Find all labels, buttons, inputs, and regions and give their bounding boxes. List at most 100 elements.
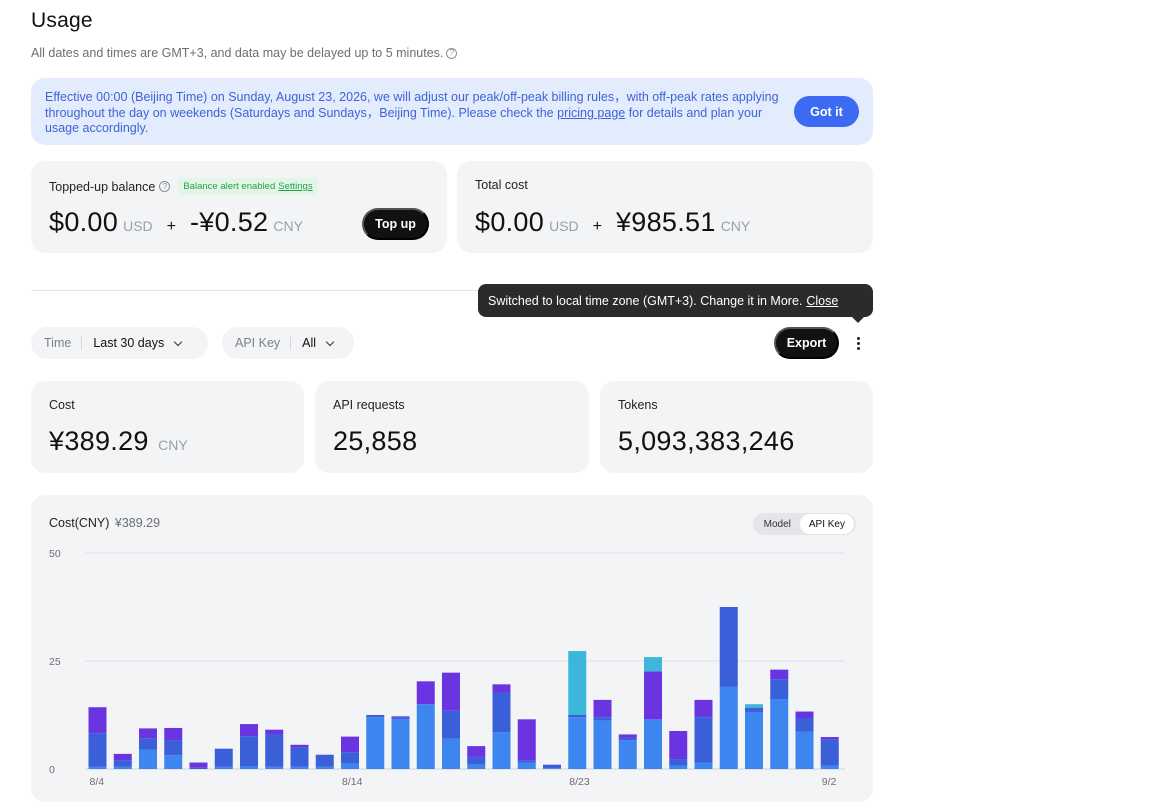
bar-segment[interactable]: [315, 766, 334, 769]
bar-segment[interactable]: [290, 766, 309, 769]
bar-segment[interactable]: [795, 711, 814, 719]
bar-segment[interactable]: [290, 747, 309, 767]
bar-segment[interactable]: [543, 764, 561, 769]
bar-segment[interactable]: [669, 730, 688, 760]
tooltip-close-link[interactable]: Close: [806, 294, 838, 308]
balance-help-icon[interactable]: ?: [159, 181, 171, 192]
bar-segment[interactable]: [341, 736, 359, 753]
bar-segment[interactable]: [366, 717, 385, 769]
bar-segment[interactable]: [467, 756, 486, 765]
bar-segment[interactable]: [694, 762, 713, 769]
bar-segment[interactable]: [492, 684, 511, 693]
bar-segment[interactable]: [719, 686, 738, 769]
bar-segment[interactable]: [214, 766, 233, 769]
bar-segment[interactable]: [745, 711, 763, 769]
bar-segment[interactable]: [265, 729, 284, 735]
bar-segment[interactable]: [644, 671, 662, 720]
bar-segment[interactable]: [366, 715, 385, 718]
bar-segment[interactable]: [341, 763, 359, 769]
bar-segment[interactable]: [442, 672, 460, 711]
bar-segment[interactable]: [644, 657, 662, 672]
pricing-page-link[interactable]: pricing page: [557, 106, 625, 120]
bar-segment[interactable]: [467, 746, 486, 757]
api-key-filter[interactable]: API Key All: [222, 327, 354, 359]
bar-segment[interactable]: [795, 731, 814, 769]
bar-segment[interactable]: [719, 607, 738, 687]
top-up-button[interactable]: Top up: [362, 208, 429, 240]
bar-segment[interactable]: [593, 717, 612, 721]
bar-segment[interactable]: [618, 734, 637, 738]
bar-segment[interactable]: [391, 716, 410, 718]
bar-segment[interactable]: [644, 719, 662, 769]
bar-segment[interactable]: [240, 766, 258, 769]
bar-segment[interactable]: [442, 710, 460, 739]
bar-segment[interactable]: [820, 739, 839, 766]
bar-segment[interactable]: [341, 752, 359, 764]
bar-segment[interactable]: [265, 734, 284, 767]
bar-segment[interactable]: [88, 733, 107, 767]
bar-segment[interactable]: [391, 717, 410, 720]
bar-segment[interactable]: [88, 766, 107, 769]
chart-title-amount: ¥389.29: [114, 516, 161, 530]
time-range-filter[interactable]: Time Last 30 days: [31, 327, 208, 359]
bar-segment[interactable]: [770, 669, 789, 680]
bar-segment[interactable]: [189, 767, 208, 769]
bar-segment[interactable]: [517, 762, 536, 769]
bar-segment[interactable]: [745, 704, 763, 708]
bar-segment[interactable]: [164, 727, 183, 741]
export-button[interactable]: Export: [774, 327, 839, 359]
bar-segment[interactable]: [139, 738, 157, 750]
bar-segment[interactable]: [618, 737, 637, 741]
api-requests-stat-card: API requests 25,858: [315, 381, 589, 473]
bar-segment[interactable]: [669, 759, 688, 766]
bar-segment[interactable]: [240, 724, 258, 737]
bar-segment[interactable]: [164, 740, 183, 756]
bar-segment[interactable]: [543, 768, 561, 769]
bar-segment[interactable]: [290, 744, 309, 748]
bar-segment[interactable]: [467, 764, 486, 769]
time-filter-value: Last 30 days: [93, 336, 165, 350]
more-options-icon[interactable]: [849, 332, 867, 354]
bar-segment[interactable]: [315, 754, 334, 767]
toggle-api-key[interactable]: API Key: [799, 514, 854, 534]
bar-segment[interactable]: [416, 681, 435, 705]
bar-segment[interactable]: [669, 765, 688, 769]
bar-segment[interactable]: [618, 740, 637, 769]
bar-segment[interactable]: [164, 755, 183, 769]
bar-segment[interactable]: [820, 737, 839, 740]
cost-stat-value-row: ¥389.29 CNY: [49, 426, 188, 457]
bar-segment[interactable]: [517, 719, 536, 761]
bar-segment[interactable]: [795, 718, 814, 732]
bar-segment[interactable]: [568, 715, 587, 718]
bar-segment[interactable]: [240, 736, 258, 767]
bar-segment[interactable]: [568, 717, 587, 769]
bar-segment[interactable]: [568, 651, 587, 715]
bar-segment[interactable]: [492, 732, 511, 769]
bar-segment[interactable]: [770, 699, 789, 769]
bar-segment[interactable]: [113, 760, 132, 767]
bar-segment[interactable]: [820, 765, 839, 769]
bar-segment[interactable]: [442, 738, 460, 769]
bar-segment[interactable]: [113, 753, 132, 761]
bar-segment[interactable]: [517, 760, 536, 763]
bar-segment[interactable]: [265, 766, 284, 769]
bar-segment[interactable]: [113, 766, 132, 769]
bar-segment[interactable]: [189, 762, 208, 768]
bar-segment[interactable]: [694, 699, 713, 718]
bar-segment[interactable]: [593, 699, 612, 718]
balance-alert-settings-link[interactable]: Settings: [278, 181, 312, 192]
help-icon[interactable]: ?: [446, 47, 458, 59]
bar-segment[interactable]: [139, 749, 157, 769]
bar-segment[interactable]: [391, 719, 410, 769]
bar-segment[interactable]: [770, 679, 789, 700]
got-it-button[interactable]: Got it: [794, 96, 859, 127]
bar-segment[interactable]: [593, 720, 612, 769]
bar-segment[interactable]: [214, 748, 233, 767]
toggle-model[interactable]: Model: [755, 514, 800, 534]
bar-segment[interactable]: [492, 692, 511, 733]
bar-segment[interactable]: [745, 707, 763, 712]
bar-segment[interactable]: [694, 717, 713, 763]
bar-segment[interactable]: [416, 704, 435, 769]
bar-segment[interactable]: [88, 707, 107, 734]
bar-segment[interactable]: [139, 728, 157, 739]
